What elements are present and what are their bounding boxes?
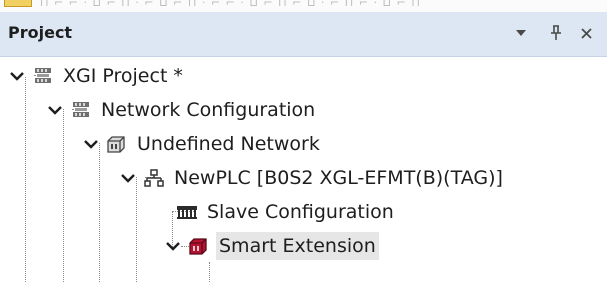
slave-configuration-icon xyxy=(176,202,198,222)
close-icon[interactable] xyxy=(575,21,597,45)
panel-title: Project xyxy=(8,23,73,42)
tree-item-label: Smart Extension xyxy=(216,232,379,260)
tree-item-label: XGI Project * xyxy=(63,65,183,87)
project-panel-header: Project xyxy=(0,12,607,57)
toolbar-badge xyxy=(4,0,32,7)
tree-item-network-configuration[interactable]: Network Configuration xyxy=(46,93,318,127)
pin-icon[interactable] xyxy=(545,21,567,45)
tree-item-smart-extension[interactable]: Smart Extension xyxy=(164,229,379,263)
toolbar-remnant: ⊓ ⌐ ⌐ · ⊔ ⌐ ⊓ · ⌐ ⊔ ⌐ ⊓ · ⌐ ⌐ · ⊔ ⌐ ⊓ ⌐ … xyxy=(40,0,421,9)
project-tree: XGI Project * Network Configuration Unde… xyxy=(0,57,607,282)
tree-guide xyxy=(209,262,210,282)
expand-chevron-icon[interactable] xyxy=(164,237,182,255)
tree-item-xgi-project[interactable]: XGI Project * xyxy=(8,59,186,93)
tree-item-label: Slave Configuration xyxy=(207,201,394,223)
expand-chevron-icon[interactable] xyxy=(46,101,64,119)
expand-chevron-icon[interactable] xyxy=(8,67,26,85)
tree-guide xyxy=(99,143,100,282)
network-configuration-icon xyxy=(70,100,92,120)
tree-item-label: Undefined Network xyxy=(137,133,320,155)
tree-item-label: Network Configuration xyxy=(101,99,316,121)
tree-item-label: NewPLC [B0S2 XGL-EFMT(B)(TAG)] xyxy=(174,167,503,189)
network-cube-icon xyxy=(106,134,128,154)
expand-chevron-icon[interactable] xyxy=(82,135,100,153)
tree-item-slave-configuration[interactable]: Slave Configuration xyxy=(170,195,397,229)
caret-down-icon[interactable] xyxy=(510,21,532,45)
expand-chevron-icon[interactable] xyxy=(119,169,137,187)
smart-extension-icon xyxy=(188,236,210,256)
project-icon xyxy=(32,66,54,86)
tree-item-undefined-network[interactable]: Undefined Network xyxy=(82,127,323,161)
tree-guide xyxy=(25,77,26,282)
tree-item-newplc[interactable]: NewPLC [B0S2 XGL-EFMT(B)(TAG)] xyxy=(119,161,506,195)
plc-network-icon xyxy=(143,168,165,188)
tree-guide xyxy=(63,109,64,282)
